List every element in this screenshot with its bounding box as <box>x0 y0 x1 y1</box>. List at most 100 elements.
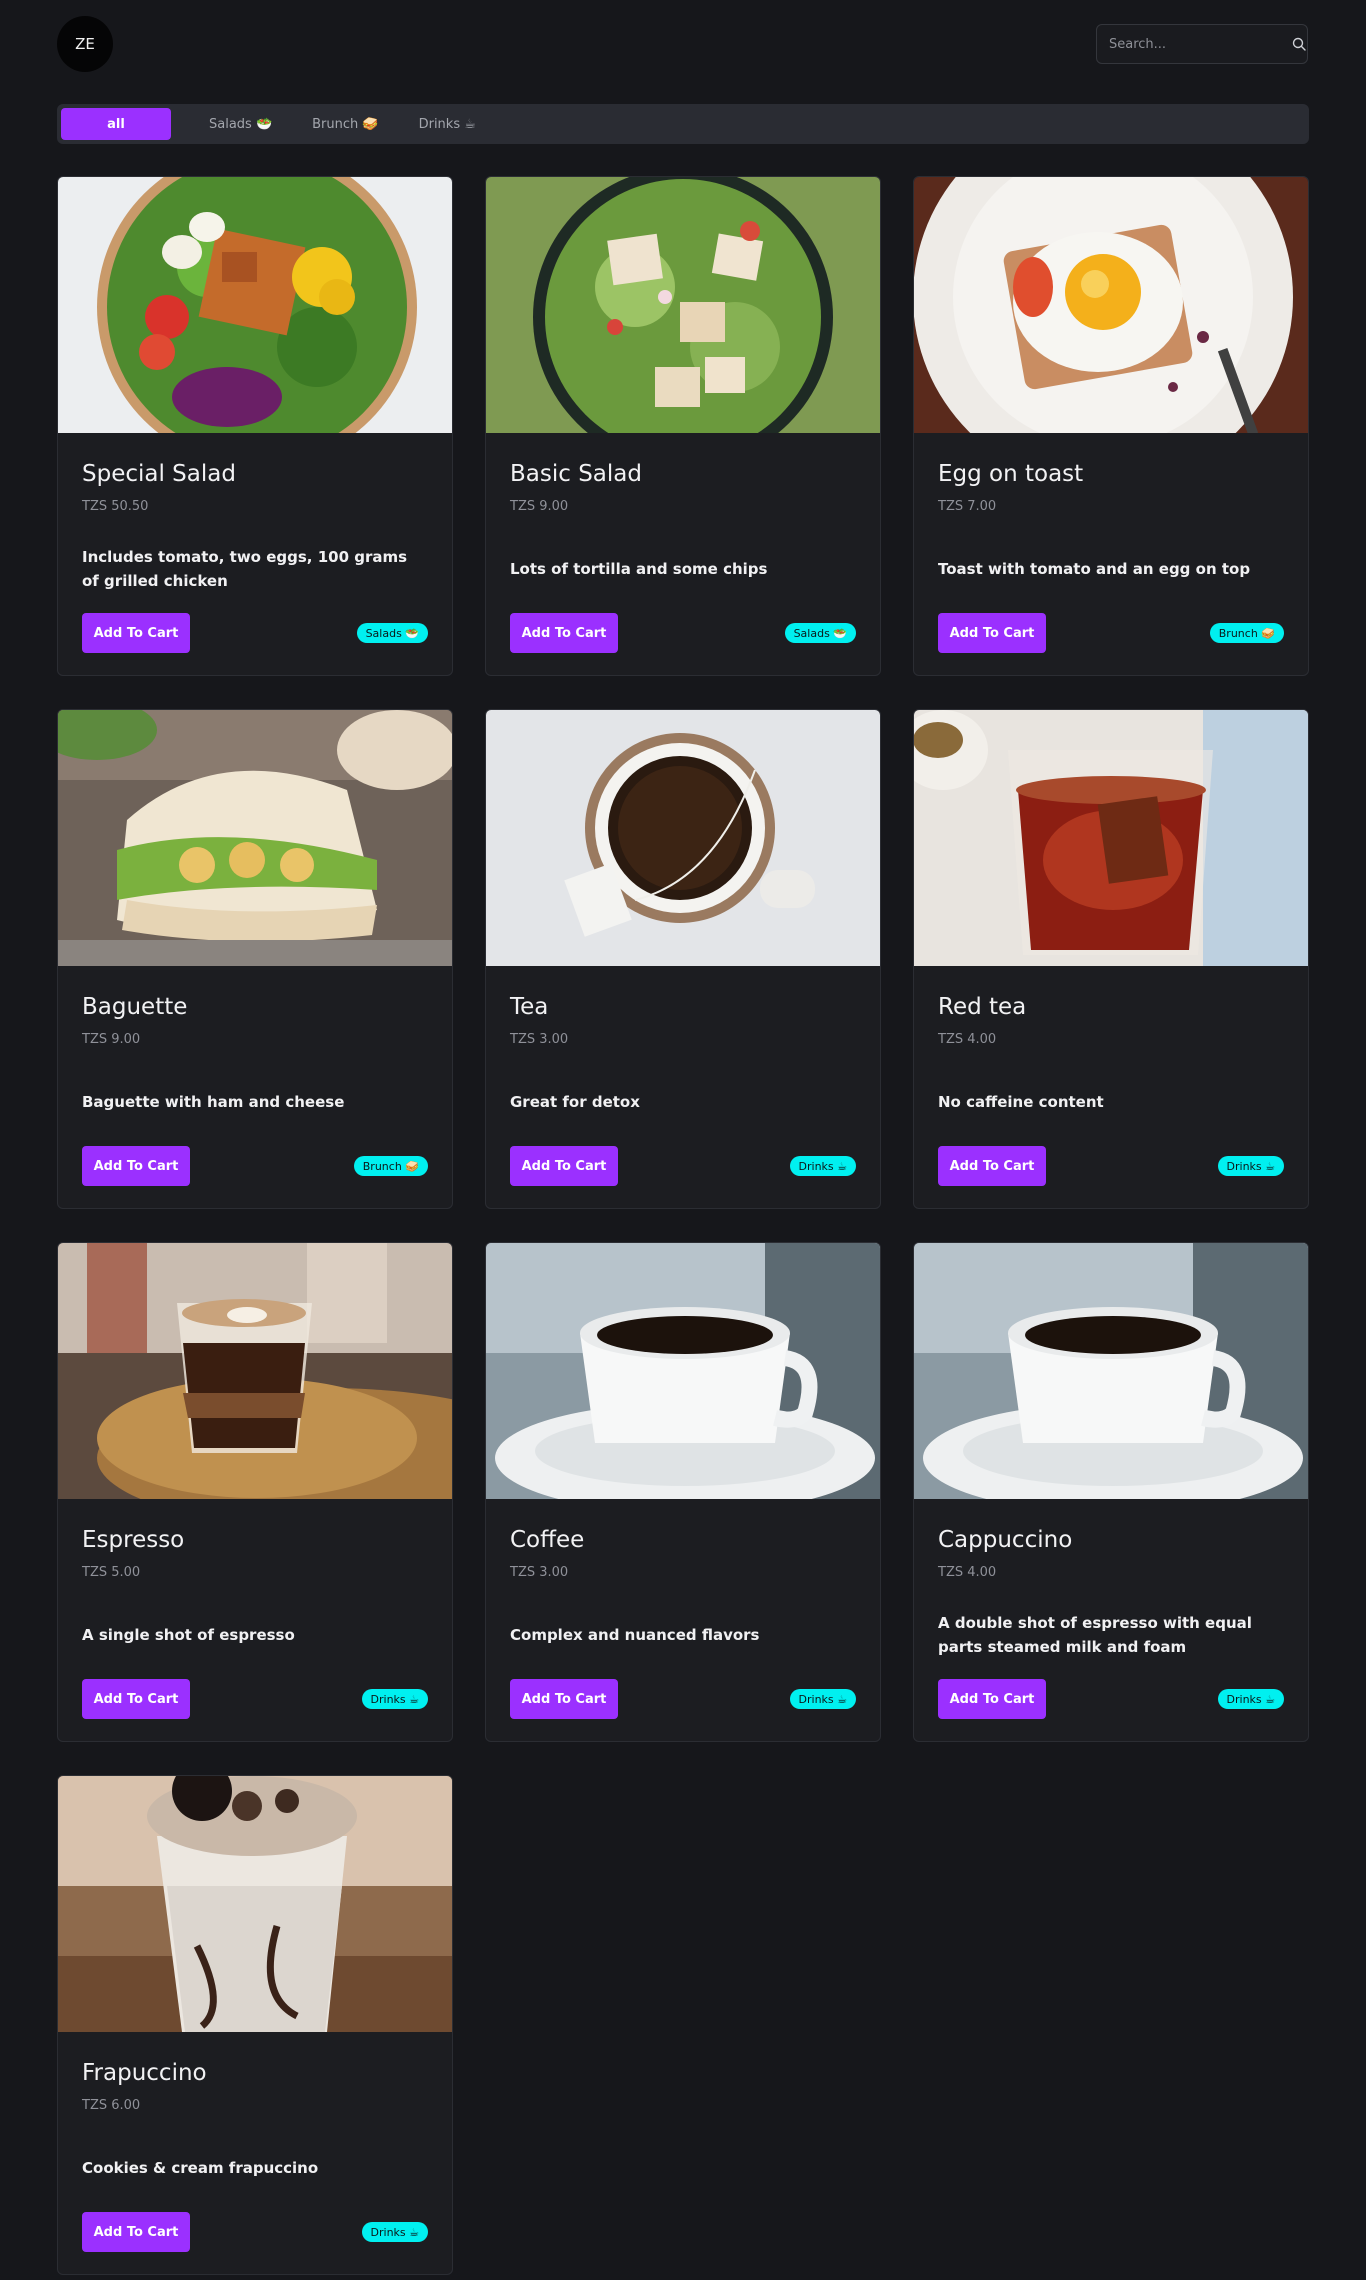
page: ZE all Salads 🥗 Brunch 🥪 Drinks ☕ Specia… <box>0 0 1366 2280</box>
card-body: Special Salad TZS 50.50 Includes tomato,… <box>58 433 452 675</box>
category-badge: Drinks ☕ <box>1217 1689 1284 1709</box>
product-description: Lots of tortilla and some chips <box>510 560 768 578</box>
product-price: TZS 9.00 <box>82 1032 141 1047</box>
product-name: Red tea <box>938 994 1027 1020</box>
product-name: Special Salad <box>82 461 236 487</box>
product-card-7: Coffee TZS 3.00 Complex and nuanced flav… <box>485 1242 881 1742</box>
coffee-cup-photo <box>486 1243 880 1499</box>
product-card-1: Basic Salad TZS 9.00 Lots of tortilla an… <box>485 176 881 676</box>
search-input[interactable] <box>1097 36 1291 52</box>
add-to-cart-button[interactable]: Add To Cart <box>510 613 618 653</box>
category-badge: Brunch 🥪 <box>1209 623 1284 643</box>
category-badge: Drinks ☕ <box>361 1689 428 1709</box>
product-name: Cappuccino <box>938 1527 1073 1553</box>
product-price: TZS 4.00 <box>938 1032 997 1047</box>
add-to-cart-button[interactable]: Add To Cart <box>510 1146 618 1186</box>
card-body: Tea TZS 3.00 Great for detox Add To Cart… <box>486 966 880 1208</box>
tab-salads[interactable]: Salads 🥗 <box>189 108 292 140</box>
card-body: Red tea TZS 4.00 No caffeine content Add… <box>914 966 1308 1208</box>
product-description: Great for detox <box>510 1093 640 1111</box>
coffee-cup-photo <box>914 1243 1308 1499</box>
product-name: Basic Salad <box>510 461 642 487</box>
add-to-cart-button[interactable]: Add To Cart <box>82 1146 190 1186</box>
product-image <box>58 1776 452 2032</box>
product-description: Includes tomato, two eggs, 100 grams of … <box>82 548 408 590</box>
card-body: Egg on toast TZS 7.00 Toast with tomato … <box>914 433 1308 675</box>
search-box[interactable] <box>1096 24 1308 64</box>
salad-bowl-photo <box>58 177 452 433</box>
avatar-logo[interactable]: ZE <box>57 16 113 72</box>
product-description: A single shot of espresso <box>82 1626 295 1644</box>
product-description: Toast with tomato and an egg on top <box>938 560 1251 578</box>
sandwich-photo <box>58 710 452 966</box>
logo-text: ZE <box>75 35 95 53</box>
product-name: Coffee <box>510 1527 585 1553</box>
product-image <box>58 177 452 433</box>
product-image <box>914 1243 1308 1499</box>
product-card-5: Red tea TZS 4.00 No caffeine content Add… <box>913 709 1309 1209</box>
tab-drinks[interactable]: Drinks ☕ <box>399 108 496 140</box>
product-description: No caffeine content <box>938 1093 1104 1111</box>
product-image <box>58 1243 452 1499</box>
product-price: TZS 50.50 <box>82 499 149 514</box>
product-price: TZS 3.00 <box>510 1565 569 1580</box>
product-price: TZS 7.00 <box>938 499 997 514</box>
category-badge: Drinks ☕ <box>789 1156 856 1176</box>
product-card-8: Cappuccino TZS 4.00 A double shot of esp… <box>913 1242 1309 1742</box>
frappuccino-photo <box>58 1776 452 2032</box>
category-badge: Salads 🥗 <box>356 623 428 643</box>
product-card-2: Egg on toast TZS 7.00 Toast with tomato … <box>913 176 1309 676</box>
add-to-cart-button[interactable]: Add To Cart <box>82 1679 190 1719</box>
product-name: Frapuccino <box>82 2060 207 2086</box>
product-card-6: Espresso TZS 5.00 A single shot of espre… <box>57 1242 453 1742</box>
product-image <box>486 177 880 433</box>
product-image <box>486 1243 880 1499</box>
product-card-3: Baguette TZS 9.00 Baguette with ham and … <box>57 709 453 1209</box>
card-body: Coffee TZS 3.00 Complex and nuanced flav… <box>486 1499 880 1741</box>
search-icon[interactable] <box>1291 25 1307 63</box>
card-body: Espresso TZS 5.00 A single shot of espre… <box>58 1499 452 1741</box>
card-body: Basic Salad TZS 9.00 Lots of tortilla an… <box>486 433 880 675</box>
category-badge: Brunch 🥪 <box>353 1156 428 1176</box>
card-body: Baguette TZS 9.00 Baguette with ham and … <box>58 966 452 1208</box>
product-name: Egg on toast <box>938 461 1084 487</box>
product-price: TZS 3.00 <box>510 1032 569 1047</box>
tea-cup-photo <box>486 710 880 966</box>
product-price: TZS 4.00 <box>938 1565 997 1580</box>
product-name: Baguette <box>82 994 188 1020</box>
card-body: Cappuccino TZS 4.00 A double shot of esp… <box>914 1499 1308 1741</box>
product-card-0: Special Salad TZS 50.50 Includes tomato,… <box>57 176 453 676</box>
add-to-cart-button[interactable]: Add To Cart <box>82 2212 190 2252</box>
product-grid: Special Salad TZS 50.50 Includes tomato,… <box>57 176 1309 2275</box>
egg-toast-photo <box>914 177 1308 433</box>
category-tabs: all Salads 🥗 Brunch 🥪 Drinks ☕ <box>57 104 1309 144</box>
add-to-cart-button[interactable]: Add To Cart <box>510 1679 618 1719</box>
product-price: TZS 9.00 <box>510 499 569 514</box>
product-description: Baguette with ham and cheese <box>82 1093 345 1111</box>
category-badge: Drinks ☕ <box>789 1689 856 1709</box>
product-image <box>914 710 1308 966</box>
add-to-cart-button[interactable]: Add To Cart <box>938 613 1046 653</box>
product-image <box>58 710 452 966</box>
product-price: TZS 6.00 <box>82 2098 141 2113</box>
product-description: A double shot of espresso with equal par… <box>938 1614 1252 1656</box>
add-to-cart-button[interactable]: Add To Cart <box>938 1679 1046 1719</box>
product-card-4: Tea TZS 3.00 Great for detox Add To Cart… <box>485 709 881 1209</box>
add-to-cart-button[interactable]: Add To Cart <box>82 613 190 653</box>
green-salad-photo <box>486 177 880 433</box>
product-description: Cookies & cream frapuccino <box>82 2159 319 2177</box>
espresso-photo <box>58 1243 452 1499</box>
category-badge: Drinks ☕ <box>1217 1156 1284 1176</box>
red-tea-photo <box>914 710 1308 966</box>
category-badge: Salads 🥗 <box>784 623 856 643</box>
product-price: TZS 5.00 <box>82 1565 141 1580</box>
product-image <box>914 177 1308 433</box>
card-body: Frapuccino TZS 6.00 Cookies & cream frap… <box>58 2032 452 2274</box>
product-image <box>486 710 880 966</box>
tab-brunch[interactable]: Brunch 🥪 <box>292 108 398 140</box>
tab-all[interactable]: all <box>61 108 171 140</box>
product-description: Complex and nuanced flavors <box>510 1626 760 1644</box>
category-badge: Drinks ☕ <box>361 2222 428 2242</box>
add-to-cart-button[interactable]: Add To Cart <box>938 1146 1046 1186</box>
product-name: Tea <box>510 994 549 1020</box>
